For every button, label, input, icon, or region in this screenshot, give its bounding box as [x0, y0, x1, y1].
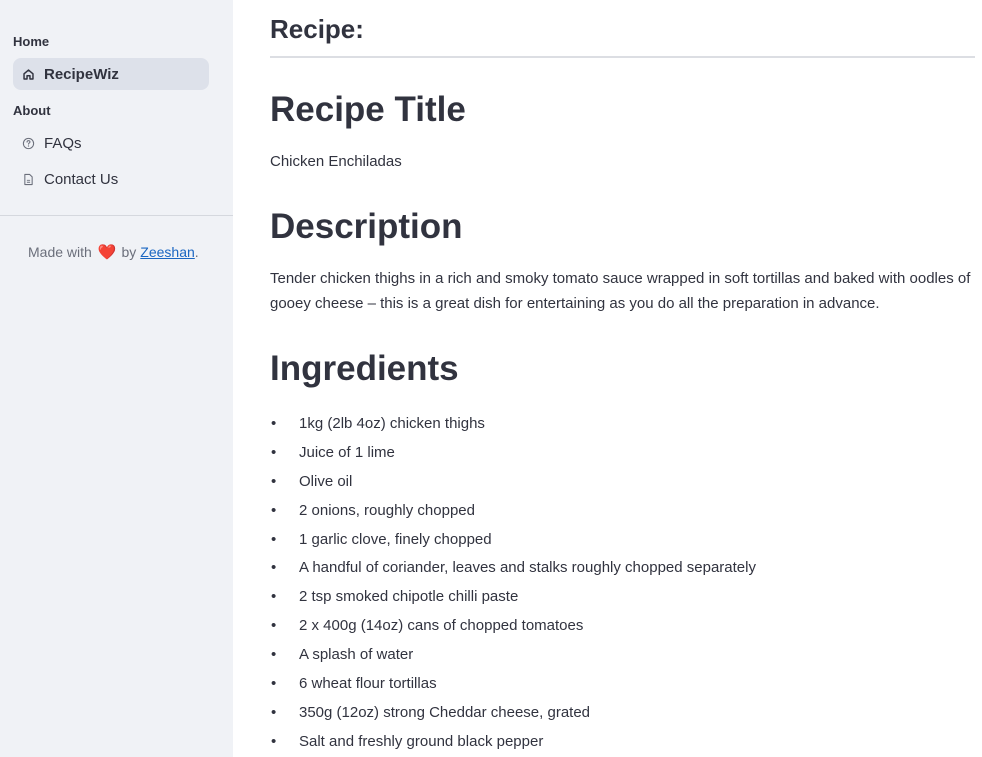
document-icon	[22, 173, 35, 186]
page-title: Recipe:	[270, 14, 364, 44]
sidebar-item-recipewiz[interactable]: RecipeWiz	[13, 58, 209, 90]
list-item: • Olive oil	[270, 467, 756, 496]
bullet-icon: •	[271, 472, 277, 490]
question-circle-icon	[22, 137, 35, 150]
list-item: • 2 tsp smoked chipotle chilli paste	[270, 582, 756, 611]
ingredient-text: Olive oil	[299, 472, 353, 490]
bullet-icon: •	[271, 617, 277, 635]
nav-section-home: Home	[13, 34, 50, 49]
bullet-icon: •	[271, 674, 277, 692]
list-item: • 6 wheat flour tortillas	[270, 669, 756, 698]
header-divider	[270, 56, 975, 58]
author-link[interactable]: Zeeshan	[140, 244, 194, 260]
recipe-title-value: Chicken Enchiladas	[270, 153, 402, 170]
sidebar-divider	[0, 215, 233, 216]
made-with-footer: Made with ❤️ by Zeeshan .	[28, 243, 199, 261]
bullet-icon: •	[271, 588, 277, 606]
sidebar-item-label: Contact Us	[44, 170, 119, 188]
ingredient-text: 2 onions, roughly chopped	[299, 501, 475, 519]
ingredients-heading: Ingredients	[270, 349, 459, 388]
list-item: • 350g (12oz) strong Cheddar cheese, grat…	[270, 698, 756, 727]
sidebar: Home RecipeWiz About FAQs Contact Us Mad…	[0, 0, 233, 757]
list-item: • 1kg (2lb 4oz) chicken thighs	[270, 409, 756, 438]
home-icon	[22, 68, 35, 81]
made-with-text: Made with	[28, 244, 92, 260]
made-with-by: by	[121, 244, 137, 260]
made-with-suffix: .	[194, 244, 199, 260]
ingredient-text: 1kg (2lb 4oz) chicken thighs	[299, 414, 485, 432]
bullet-icon: •	[271, 443, 277, 461]
sidebar-item-faqs[interactable]: FAQs	[13, 127, 209, 159]
bullet-icon: •	[271, 501, 277, 519]
heart-icon: ❤️	[97, 244, 117, 261]
list-item: • A splash of water	[270, 640, 756, 669]
ingredients-list: • 1kg (2lb 4oz) chicken thighs • Juice of 1…	[270, 409, 756, 756]
ingredient-text: A handful of coriander, leaves and stalk…	[299, 559, 756, 577]
description-text: Tender chicken thighs in a rich and smok…	[270, 270, 971, 312]
nav-section-about: About	[13, 103, 51, 118]
recipe-title-heading: Recipe Title	[270, 90, 466, 129]
ingredient-text: 6 wheat flour tortillas	[299, 674, 437, 692]
ingredient-text: 2 tsp smoked chipotle chilli paste	[299, 588, 519, 606]
ingredient-text: 350g (12oz) strong Cheddar cheese, grate…	[299, 703, 591, 721]
sidebar-item-contact-us[interactable]: Contact Us	[13, 163, 209, 195]
ingredient-text: 2 x 400g (14oz) cans of chopped tomatoes	[299, 617, 584, 635]
bullet-icon: •	[271, 530, 277, 548]
list-item: • Salt and freshly ground black pepper	[270, 727, 756, 756]
bullet-icon: •	[271, 732, 277, 750]
list-item: • 2 onions, roughly chopped	[270, 496, 756, 525]
bullet-icon: •	[271, 646, 277, 664]
bullet-icon: •	[271, 703, 277, 721]
ingredient-text: Juice of 1 lime	[299, 443, 395, 461]
ingredient-text: A splash of water	[299, 646, 414, 664]
bullet-icon: •	[271, 414, 277, 432]
list-item: • 2 x 400g (14oz) cans of chopped tomatoe…	[270, 611, 756, 640]
sidebar-item-label: RecipeWiz	[44, 65, 119, 83]
list-item: • Juice of 1 lime	[270, 438, 756, 467]
ingredient-text: Salt and freshly ground black pepper	[299, 732, 544, 750]
list-item: • A handful of coriander, leaves and stal…	[270, 553, 756, 582]
sidebar-item-label: FAQs	[44, 134, 82, 152]
description-heading: Description	[270, 207, 463, 246]
ingredient-text: 1 garlic clove, finely chopped	[299, 530, 492, 548]
bullet-icon: •	[271, 559, 277, 577]
list-item: • 1 garlic clove, finely chopped	[270, 525, 756, 554]
